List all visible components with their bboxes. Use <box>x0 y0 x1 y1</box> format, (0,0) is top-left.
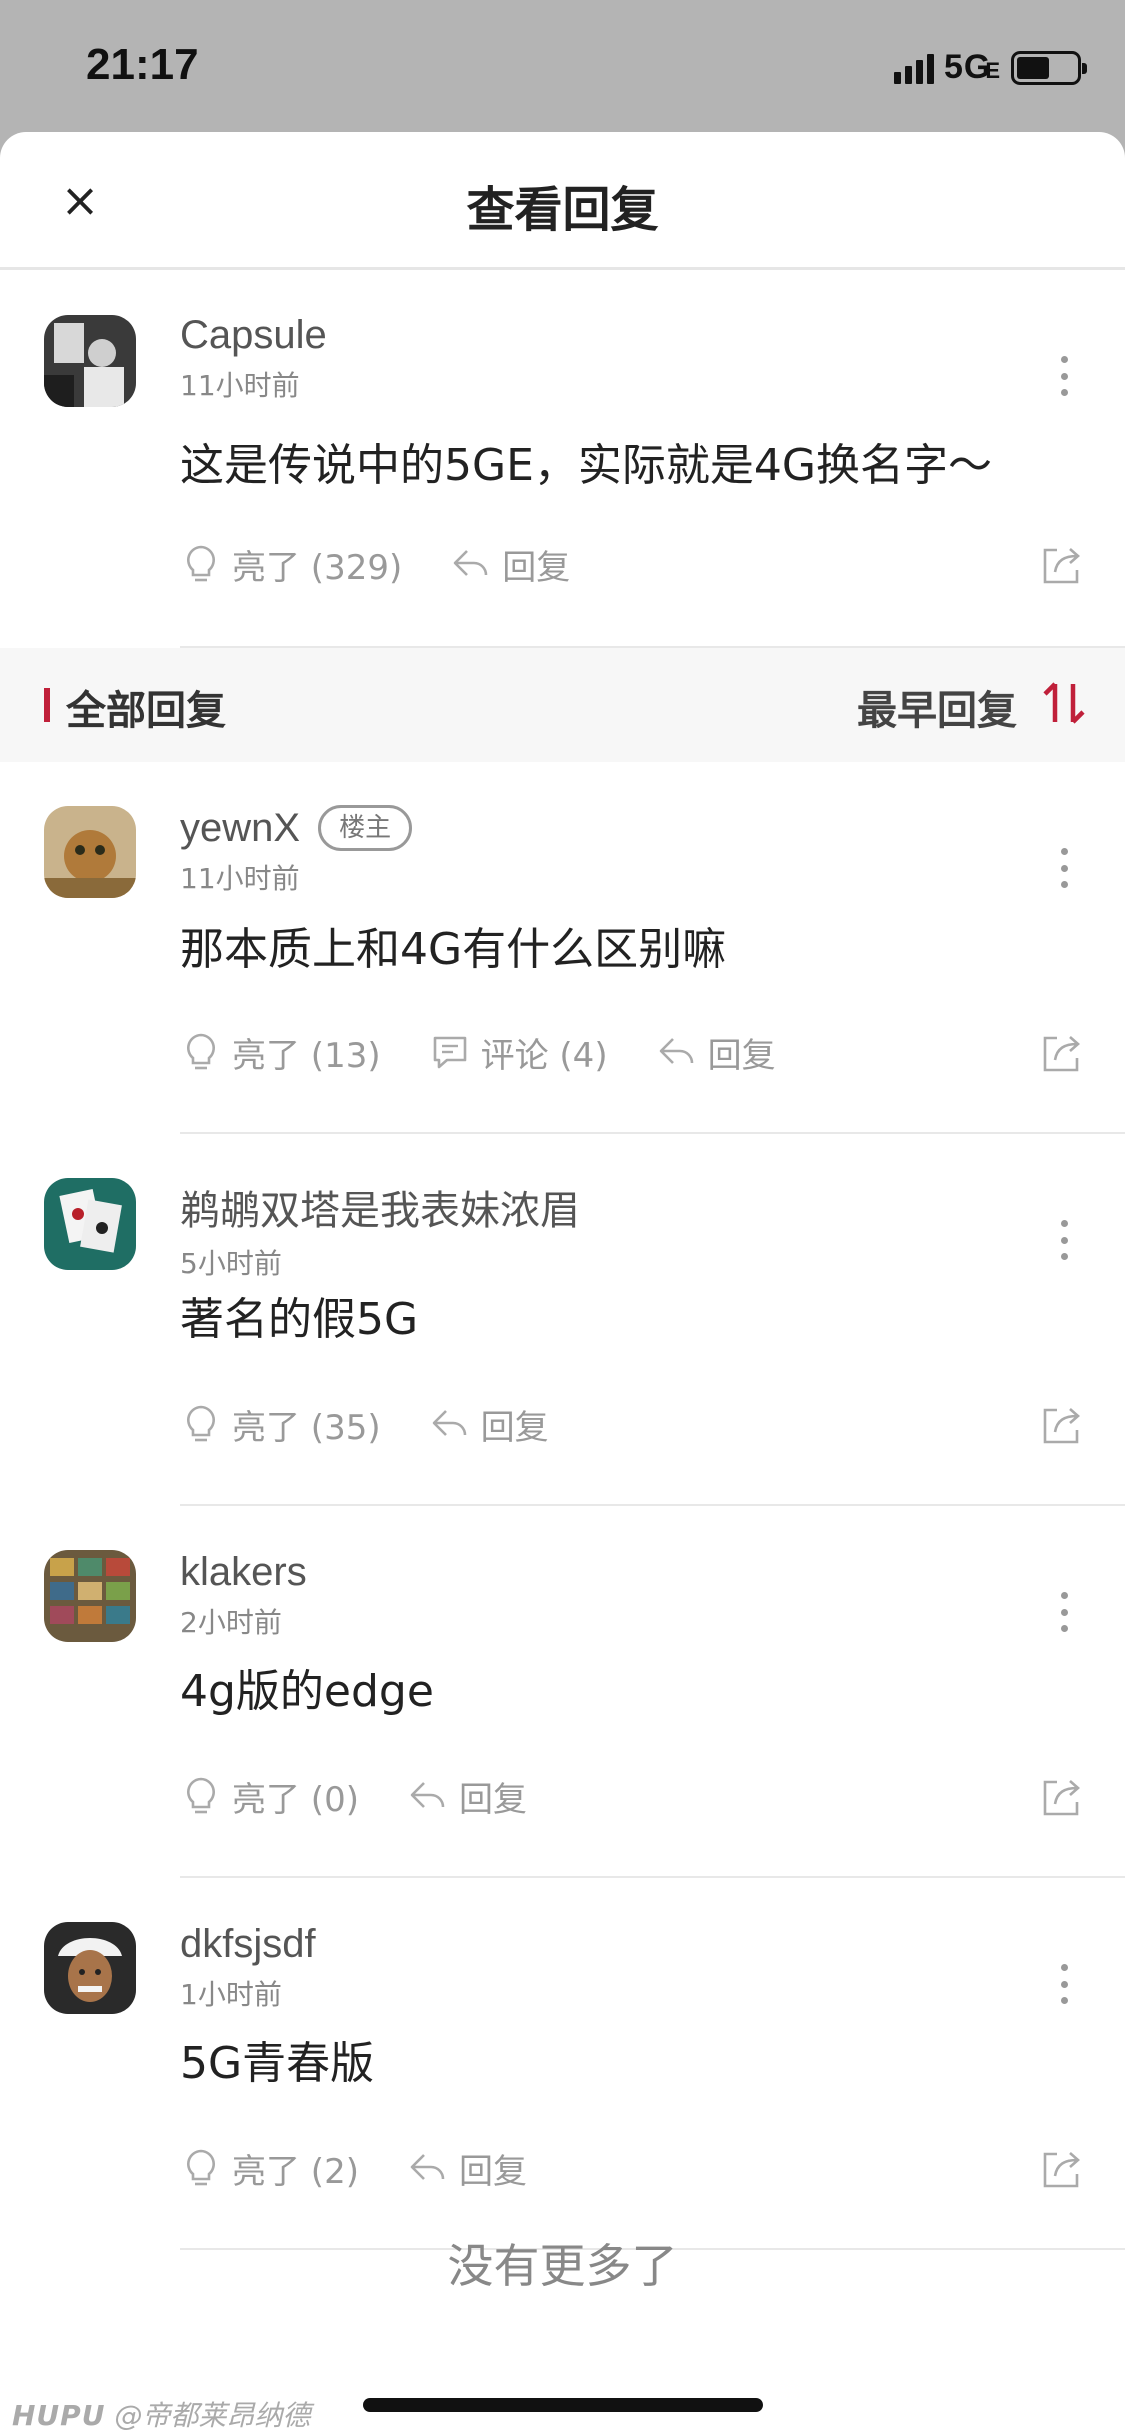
lightbulb-icon <box>187 2149 215 2186</box>
status-bar: 21:17 5GE <box>0 0 1125 132</box>
reply-arrow-icon <box>659 1038 693 1064</box>
reply-button[interactable]: 回复 <box>450 540 570 589</box>
lightbulb-icon <box>187 1405 215 1442</box>
comment-content: 那本质上和4G有什么区别嘛 <box>180 924 727 975</box>
op-badge: 楼主 <box>318 805 413 851</box>
share-icon <box>1043 1036 1080 1072</box>
avatar[interactable] <box>44 1550 136 1642</box>
sort-label[interactable]: 最早回复 <box>857 678 1017 736</box>
username[interactable]: dkfsjsdf <box>180 1922 316 1967</box>
more-icon[interactable] <box>1057 848 1071 888</box>
timestamp: 1小时前 <box>180 1978 282 2011</box>
like-button[interactable]: 亮了 (329) <box>180 540 402 589</box>
page-title: 查看回复 <box>466 182 659 238</box>
timestamp: 2小时前 <box>180 1606 282 1639</box>
section-marker <box>44 688 50 722</box>
username[interactable]: klakers <box>180 1550 307 1595</box>
section-bar: 全部回复 最早回复 <box>0 648 1125 762</box>
home-indicator[interactable] <box>363 2398 763 2412</box>
no-more-label: 没有更多了 <box>447 2239 678 2293</box>
more-icon[interactable] <box>1057 1592 1071 1632</box>
reply-sheet: × 查看回复 Capsule 11小时前 这是传说中的5GE，实际就是4G换名字… <box>0 132 1125 2436</box>
like-button[interactable]: 亮了 (35) <box>180 1400 381 1449</box>
sort-toggle[interactable] <box>1037 676 1091 730</box>
status-time: 21:17 <box>86 40 199 89</box>
lightbulb-icon <box>187 1033 215 1070</box>
signal-icon <box>893 52 934 84</box>
reply-item: 鹈鹕双塔是我表妹浓眉 5小时前 著名的假5G 亮了 (35) 回复 <box>0 1134 1125 1504</box>
more-icon[interactable] <box>1057 356 1071 396</box>
more-icon[interactable] <box>1057 1220 1071 1260</box>
like-button[interactable]: 亮了 (0) <box>180 1772 359 1821</box>
network-label: 5GE <box>943 48 1001 86</box>
share-button[interactable] <box>1039 542 1085 588</box>
timestamp: 5小时前 <box>180 1247 282 1280</box>
username[interactable]: 鹈鹕双塔是我表妹浓眉 <box>180 1178 580 1236</box>
like-button[interactable]: 亮了 (13) <box>180 1028 381 1077</box>
share-button[interactable] <box>1039 1774 1085 1820</box>
username[interactable]: Capsule <box>180 313 327 358</box>
more-icon[interactable] <box>1057 1964 1071 2004</box>
reply-item: klakers 2小时前 4g版的edge 亮了 (0) 回复 <box>0 1506 1125 1876</box>
reply-button[interactable]: 回复 <box>407 2144 527 2193</box>
avatar[interactable] <box>44 315 136 407</box>
comment-content: 这是传说中的5GE，实际就是4G换名字～ <box>180 440 992 491</box>
reply-arrow-icon <box>410 1782 445 1808</box>
share-icon <box>1043 2152 1080 2188</box>
section-title: 全部回复 <box>66 688 226 734</box>
share-button[interactable] <box>1039 1402 1085 1448</box>
avatar[interactable] <box>44 1178 136 1270</box>
username[interactable]: yewnX <box>180 806 300 851</box>
share-icon <box>1043 548 1080 584</box>
share-icon <box>1043 1780 1080 1816</box>
comment-content: 著名的假5G <box>180 1294 419 1345</box>
share-icon <box>1043 1408 1080 1444</box>
reply-arrow-icon <box>410 2154 445 2180</box>
lightbulb-icon <box>187 1777 215 1814</box>
timestamp: 11小时前 <box>180 862 300 895</box>
lightbulb-icon <box>187 545 215 582</box>
sheet-header: × 查看回复 <box>0 132 1125 270</box>
main-comment: Capsule 11小时前 这是传说中的5GE，实际就是4G换名字～ 亮了 (3… <box>0 270 1125 646</box>
reply-item: dkfsjsdf 1小时前 5G青春版 亮了 (2) 回复 <box>0 1878 1125 2248</box>
reply-arrow-icon <box>432 1410 466 1436</box>
battery-icon <box>1011 50 1087 85</box>
status-indicators: 5GE <box>893 48 1087 87</box>
avatar[interactable] <box>44 806 136 898</box>
comment-content: 5G青春版 <box>180 2038 375 2089</box>
reply-button[interactable]: 回复 <box>429 1400 549 1449</box>
comments-button[interactable]: 评论 (4) <box>429 1028 608 1077</box>
reply-item: yewnX 楼主 11小时前 那本质上和4G有什么区别嘛 亮了 (13) 评论 … <box>0 762 1125 1132</box>
reply-button[interactable]: 回复 <box>656 1028 776 1077</box>
reply-arrow-icon <box>453 550 488 576</box>
share-button[interactable] <box>1039 1030 1085 1076</box>
avatar[interactable] <box>44 1922 136 2014</box>
share-button[interactable] <box>1039 2146 1085 2192</box>
sort-arrows-icon <box>1043 682 1085 724</box>
comment-content: 4g版的edge <box>180 1666 434 1717</box>
watermark: HUPU @帝都莱昂纳德 <box>12 2399 311 2432</box>
comment-bubble-icon <box>433 1036 466 1069</box>
timestamp: 11小时前 <box>180 369 300 402</box>
like-button[interactable]: 亮了 (2) <box>180 2144 359 2193</box>
reply-button[interactable]: 回复 <box>407 1772 527 1821</box>
